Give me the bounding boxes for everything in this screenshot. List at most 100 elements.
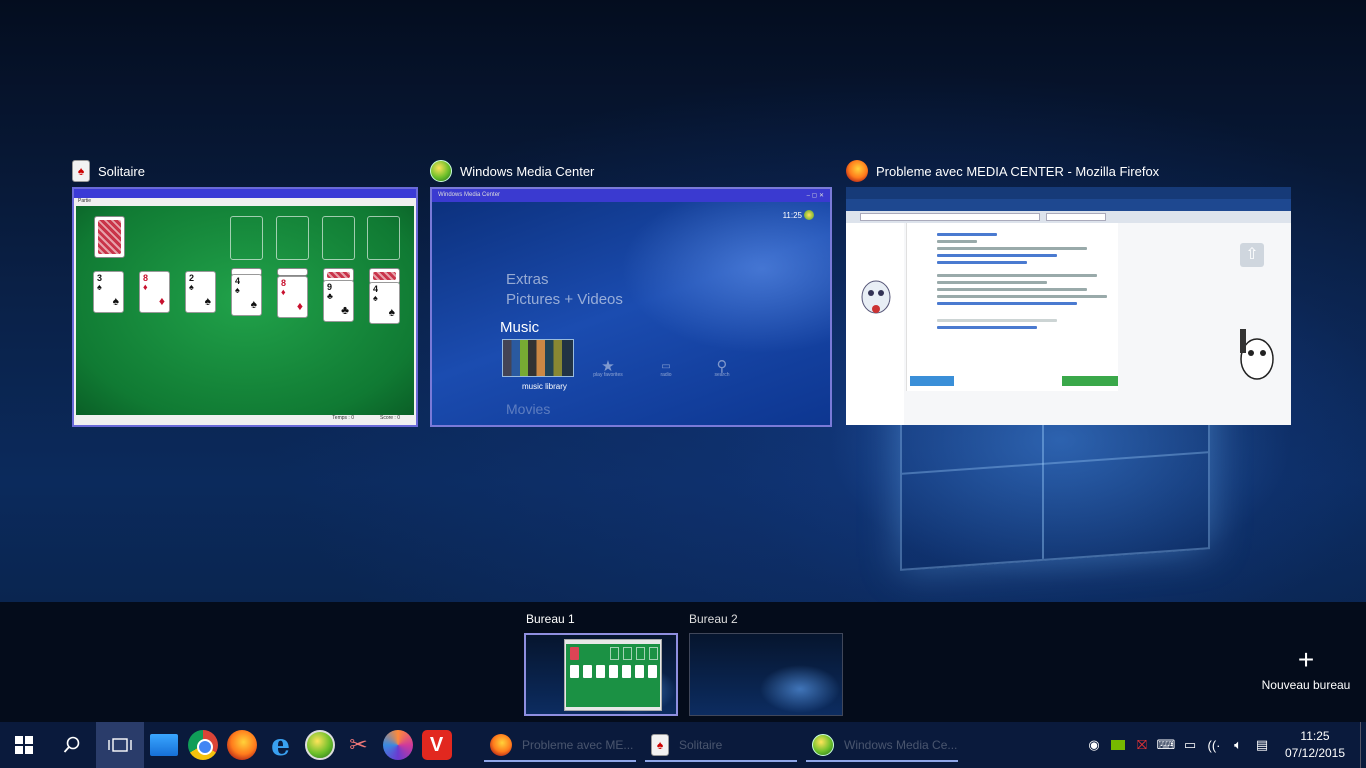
clock-date: 07/12/2015 <box>1284 746 1346 760</box>
task-view-window-media-center[interactable]: Windows Media Center Windows Media Cente… <box>430 160 832 427</box>
pinned-app-vivaldi[interactable]: V <box>417 722 456 768</box>
network-device-icon[interactable]: ⌨ <box>1154 722 1178 768</box>
blocked-icon[interactable]: ⛝ <box>1130 722 1154 768</box>
mascot-icon <box>1240 329 1274 380</box>
taskbar-task-media-center[interactable]: Windows Media Ce... <box>806 722 958 768</box>
mini-card <box>635 665 644 678</box>
post-text-lines <box>907 223 1118 329</box>
wmc-clock: 11:25 <box>782 211 802 220</box>
card: 8 ♦ ♦ <box>139 271 170 313</box>
firefox-icon <box>846 160 868 182</box>
mini-card <box>622 665 631 678</box>
new-desktop-button[interactable]: + Nouveau bureau <box>1258 644 1354 693</box>
pinned-app-snipping-tool[interactable]: ✂ <box>339 722 378 768</box>
plus-icon: + <box>1297 644 1315 675</box>
wmc-menu-music: Music <box>500 319 540 336</box>
wifi-icon[interactable]: ((· <box>1202 722 1226 768</box>
mini-slot <box>636 647 645 660</box>
pinned-app-spiral[interactable] <box>378 722 417 768</box>
radio-label: radio <box>660 372 672 378</box>
desktop-1-thumbnail[interactable] <box>524 633 678 716</box>
play-favorites-label: play favorites <box>593 372 623 378</box>
firefox-icon <box>490 734 512 756</box>
thumb-menubar: Partie <box>74 198 416 206</box>
nvidia-icon[interactable] <box>1106 722 1130 768</box>
solitaire-felt: 3 ♠ ♠ 8 ♦ ♦ 2 ♠ ♠ 4 ♠ ♠ 8 ♦ ♦ 9 ♣ ♣ 4 ♠ ♠ <box>76 206 414 417</box>
search-label: search <box>714 372 730 378</box>
desktop-2-thumbnail[interactable] <box>689 633 843 716</box>
task-label: Windows Media Ce... <box>844 738 958 752</box>
thumb-window-title: Windows Media Center <box>438 192 501 198</box>
task-view-window-firefox[interactable]: Probleme avec MEDIA CENTER - Mozilla Fir… <box>846 160 1291 427</box>
window-thumbnail[interactable]: ⇧ <box>846 187 1291 425</box>
pinned-app-media-center[interactable] <box>300 722 339 768</box>
card: 3 ♠ ♠ <box>93 271 124 313</box>
chrome-icon <box>187 730 218 760</box>
solitaire-icon: ♠ <box>72 160 90 182</box>
radio-icon: ▭ <box>661 361 671 372</box>
desktop-wallpaper <box>690 634 842 715</box>
media-tray-icon[interactable]: ◉ <box>1082 722 1106 768</box>
pinned-app-firefox[interactable] <box>222 722 261 768</box>
window-thumbnail[interactable]: Partie 3 ♠ ♠ 8 ♦ ♦ 2 ♠ ♠ 4 ♠ ♠ 8 ♦ ♦ 9 ♣ ♣ 4 ♠ ♠ Temps… <box>72 187 418 427</box>
windows-logo-icon <box>15 736 33 754</box>
action-center-icon[interactable]: ▤ <box>1250 722 1274 768</box>
mini-slot <box>610 647 619 660</box>
system-tray: ◉ ⛝ ⌨ ▭ ((· 🔈︎ ▤ 11:25 07/12/2015 <box>1082 722 1366 768</box>
taskbar-clock[interactable]: 11:25 07/12/2015 <box>1274 728 1356 762</box>
mini-card <box>570 647 579 660</box>
start-button[interactable] <box>0 722 48 768</box>
card: 4 ♠ ♠ <box>231 274 262 316</box>
window-caption: Windows Media Center <box>430 159 594 183</box>
foundation-slot <box>322 216 355 260</box>
window-thumbnail[interactable]: Windows Media Center – ▢ ✕ 11:25 Extras … <box>430 187 832 427</box>
score-readout: Score : 0 <box>379 415 400 421</box>
taskbar-task-solitaire[interactable]: ♠ Solitaire <box>645 722 797 768</box>
card: 4 ♠ ♠ <box>369 282 400 324</box>
page-sidebar <box>846 223 904 425</box>
volume-icon[interactable]: 🔈︎ <box>1226 722 1250 768</box>
task-label: Solitaire <box>679 738 723 752</box>
virtual-desktops-strip: Bureau 1 Bureau 2 + Nouveau bureau <box>0 602 1366 722</box>
mini-card <box>648 665 657 678</box>
internet-explorer-icon: e <box>270 727 291 763</box>
thumb-titlebar: Windows Media Center – ▢ ✕ <box>432 189 830 202</box>
folder-icon <box>149 734 178 756</box>
task-view-button[interactable] <box>96 722 144 768</box>
mini-slot <box>649 647 658 660</box>
search-box <box>1046 213 1106 221</box>
foundation-slot <box>230 216 263 260</box>
solitaire-icon: ♠ <box>651 734 669 756</box>
window-caption: Probleme avec MEDIA CENTER - Mozilla Fir… <box>846 159 1159 183</box>
task-view-window-solitaire[interactable]: ♠ Solitaire Partie 3 ♠ ♠ 8 ♦ ♦ 2 ♠ ♠ 4 ♠ ♠ 8 ♦ ♦ 9… <box>72 160 418 427</box>
address-bar <box>860 213 1040 221</box>
mini-slot <box>623 647 632 660</box>
pinned-app-chrome[interactable] <box>183 722 222 768</box>
mini-felt <box>566 644 660 707</box>
stock-pile <box>94 216 125 258</box>
new-topic-button <box>1062 376 1118 386</box>
pinned-app-folder[interactable] <box>144 722 183 768</box>
wmc-menu-pictures: Pictures + Videos <box>506 291 623 308</box>
thumb-titlebar <box>74 189 416 198</box>
thumb-statusbar: Temps : 0 Score : 0 <box>76 415 414 423</box>
thumb-tabbar <box>846 199 1291 211</box>
thumb-urlbar <box>846 211 1291 223</box>
time-readout: Temps : 0 <box>332 415 354 421</box>
mascot-icon <box>861 280 891 314</box>
music-library-label: music library <box>522 382 567 391</box>
pinned-app-internet-explorer[interactable]: e <box>261 722 300 768</box>
window-title: Solitaire <box>98 163 145 179</box>
taskbar-task-firefox[interactable]: Probleme avec ME... <box>484 722 636 768</box>
window-title: Windows Media Center <box>460 163 595 179</box>
mini-card <box>570 665 579 678</box>
card: 2 ♠ ♠ <box>185 271 216 313</box>
battery-icon[interactable]: ▭ <box>1178 722 1202 768</box>
wmc-logo-icon <box>804 210 814 220</box>
mini-card <box>583 665 592 678</box>
search-button[interactable] <box>48 722 96 768</box>
thumb-menubar <box>846 187 1291 199</box>
desktop-1-label: Bureau 1 <box>526 612 575 626</box>
firefox-icon <box>226 730 257 760</box>
show-desktop-button[interactable] <box>1360 722 1366 768</box>
